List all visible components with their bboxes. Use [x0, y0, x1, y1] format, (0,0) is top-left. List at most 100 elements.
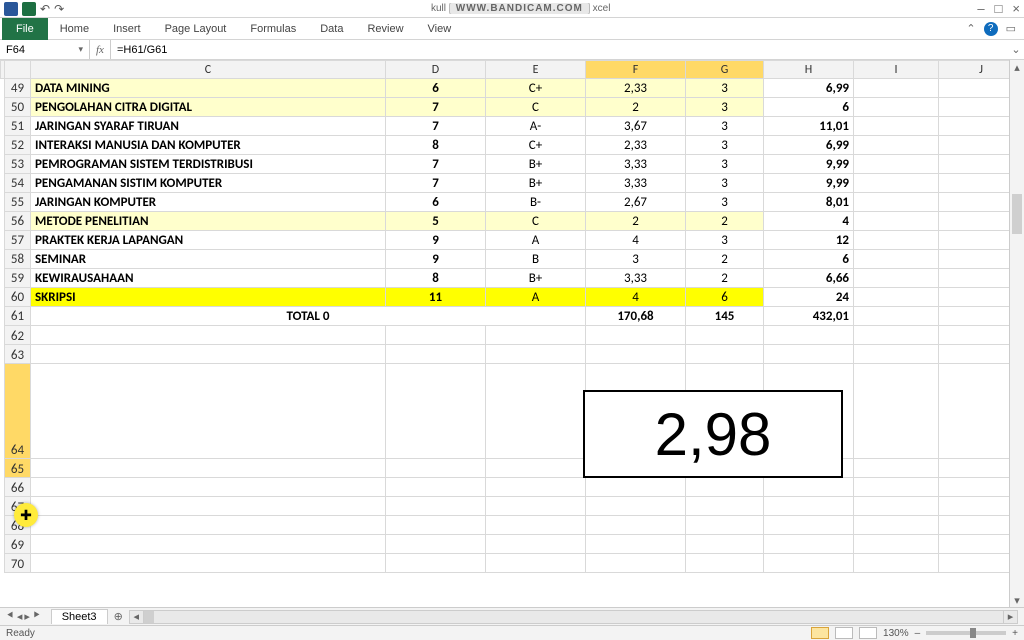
cell-empty[interactable]: [486, 497, 586, 516]
cell-sks[interactable]: 6: [386, 79, 486, 98]
cell-sks[interactable]: 9: [386, 250, 486, 269]
ribbon-tab-data[interactable]: Data: [308, 19, 355, 39]
ribbon-display-options-icon[interactable]: ▭: [1006, 22, 1016, 35]
cell-grade[interactable]: B+: [486, 174, 586, 193]
cell-point[interactable]: 3,33: [586, 174, 686, 193]
cell-empty[interactable]: [854, 250, 939, 269]
cell-empty[interactable]: [686, 516, 764, 535]
cell-empty[interactable]: [586, 516, 686, 535]
cell-credit[interactable]: 2: [686, 212, 764, 231]
cell-product[interactable]: 6,99: [764, 136, 854, 155]
cell-course[interactable]: JARINGAN SYARAF TIRUAN: [31, 117, 386, 136]
spreadsheet-grid[interactable]: CDEFGHIJ 49DATA MINING6C+2,3336,9950PENG…: [0, 60, 1024, 615]
cell-course[interactable]: PENGAMANAN SISTIM KOMPUTER: [31, 174, 386, 193]
cell-credit[interactable]: 6: [686, 288, 764, 307]
cell-empty[interactable]: [764, 554, 854, 573]
cell-point[interactable]: 2: [586, 212, 686, 231]
cell-empty[interactable]: [854, 326, 939, 345]
cell-empty[interactable]: [854, 212, 939, 231]
cell-product[interactable]: 6,66: [764, 269, 854, 288]
cell-course[interactable]: PRAKTEK KERJA LAPANGAN: [31, 231, 386, 250]
cell-empty[interactable]: [854, 98, 939, 117]
cell-course[interactable]: INTERAKSI MANUSIA DAN KOMPUTER: [31, 136, 386, 155]
cell-course[interactable]: JARINGAN KOMPUTER: [31, 193, 386, 212]
cell-empty[interactable]: [486, 554, 586, 573]
ribbon-tab-page-layout[interactable]: Page Layout: [153, 19, 239, 39]
cell-empty[interactable]: [764, 326, 854, 345]
ribbon-tab-review[interactable]: Review: [355, 19, 415, 39]
cell-credit[interactable]: 2: [686, 269, 764, 288]
cell-empty[interactable]: [854, 117, 939, 136]
cell-sks[interactable]: 5: [386, 212, 486, 231]
column-header-G[interactable]: G: [686, 61, 764, 79]
cell-empty[interactable]: [386, 364, 486, 459]
cell-grade[interactable]: B+: [486, 269, 586, 288]
cell-empty[interactable]: [31, 497, 386, 516]
zoom-slider[interactable]: [926, 631, 1006, 635]
column-header-D[interactable]: D: [386, 61, 486, 79]
cell-empty[interactable]: [386, 497, 486, 516]
cell-empty[interactable]: [854, 345, 939, 364]
hscroll-left-icon[interactable]: ◂: [130, 611, 144, 623]
cell-course[interactable]: PEMROGRAMAN SISTEM TERDISTRIBUSI: [31, 155, 386, 174]
cell-product[interactable]: 24: [764, 288, 854, 307]
vscroll-thumb[interactable]: [1012, 194, 1022, 234]
cell-empty[interactable]: [854, 79, 939, 98]
cell-point[interactable]: 2,67: [586, 193, 686, 212]
cell-sks[interactable]: 9: [386, 231, 486, 250]
cell-point[interactable]: 2,33: [586, 136, 686, 155]
cell-empty[interactable]: [586, 345, 686, 364]
cell-point[interactable]: 4: [586, 231, 686, 250]
cell-grade[interactable]: C+: [486, 136, 586, 155]
cell-empty[interactable]: [854, 516, 939, 535]
cell-credit[interactable]: 3: [686, 117, 764, 136]
cell-empty[interactable]: [386, 478, 486, 497]
cell-empty[interactable]: [31, 535, 386, 554]
cell-empty[interactable]: [854, 136, 939, 155]
cell-empty[interactable]: [854, 155, 939, 174]
cell-empty[interactable]: [31, 554, 386, 573]
minimize-button[interactable]: –: [977, 1, 984, 16]
cell-empty[interactable]: [31, 364, 386, 459]
cell-product[interactable]: 4: [764, 212, 854, 231]
cell-course[interactable]: METODE PENELITIAN: [31, 212, 386, 231]
cell-empty[interactable]: [854, 478, 939, 497]
vertical-scrollbar[interactable]: ▴ ▾: [1009, 60, 1024, 607]
row-header[interactable]: 59: [5, 269, 31, 288]
row-header[interactable]: 70: [5, 554, 31, 573]
row-header[interactable]: 55: [5, 193, 31, 212]
cell-course[interactable]: PENGOLAHAN CITRA DIGITAL: [31, 98, 386, 117]
cell-point[interactable]: 3,33: [586, 269, 686, 288]
cell-empty[interactable]: [486, 535, 586, 554]
sheet-nav-prev-icon[interactable]: ◂: [17, 610, 23, 623]
cell-empty[interactable]: [486, 345, 586, 364]
cell-empty[interactable]: [764, 478, 854, 497]
cell-empty[interactable]: [486, 516, 586, 535]
zoom-level[interactable]: 130%: [883, 628, 909, 639]
cell-grade[interactable]: B+: [486, 155, 586, 174]
zoom-out-button[interactable]: –: [915, 628, 921, 639]
file-tab[interactable]: File: [2, 18, 48, 40]
cell-empty[interactable]: [386, 326, 486, 345]
row-header[interactable]: 60: [5, 288, 31, 307]
cell-empty[interactable]: [854, 364, 939, 459]
column-headers[interactable]: CDEFGHIJ: [1, 61, 1024, 79]
formula-input[interactable]: =H61/G61: [111, 40, 1008, 59]
cell-empty[interactable]: [764, 345, 854, 364]
cell-empty[interactable]: [586, 554, 686, 573]
cell-empty[interactable]: [686, 554, 764, 573]
cell-empty[interactable]: [486, 364, 586, 459]
sheet-nav-last-icon[interactable]: ⯈: [32, 610, 41, 623]
row-header[interactable]: 62: [5, 326, 31, 345]
cell-empty[interactable]: [686, 326, 764, 345]
row-header[interactable]: 57: [5, 231, 31, 250]
row-header[interactable]: 58: [5, 250, 31, 269]
row-header[interactable]: 61: [5, 307, 31, 326]
totals-label[interactable]: TOTAL 0: [31, 307, 586, 326]
cell-empty[interactable]: [586, 326, 686, 345]
cell-point[interactable]: 3: [586, 250, 686, 269]
cell-grade[interactable]: C+: [486, 79, 586, 98]
cell-empty[interactable]: [854, 535, 939, 554]
cell-empty[interactable]: [686, 345, 764, 364]
cell-empty[interactable]: [854, 174, 939, 193]
